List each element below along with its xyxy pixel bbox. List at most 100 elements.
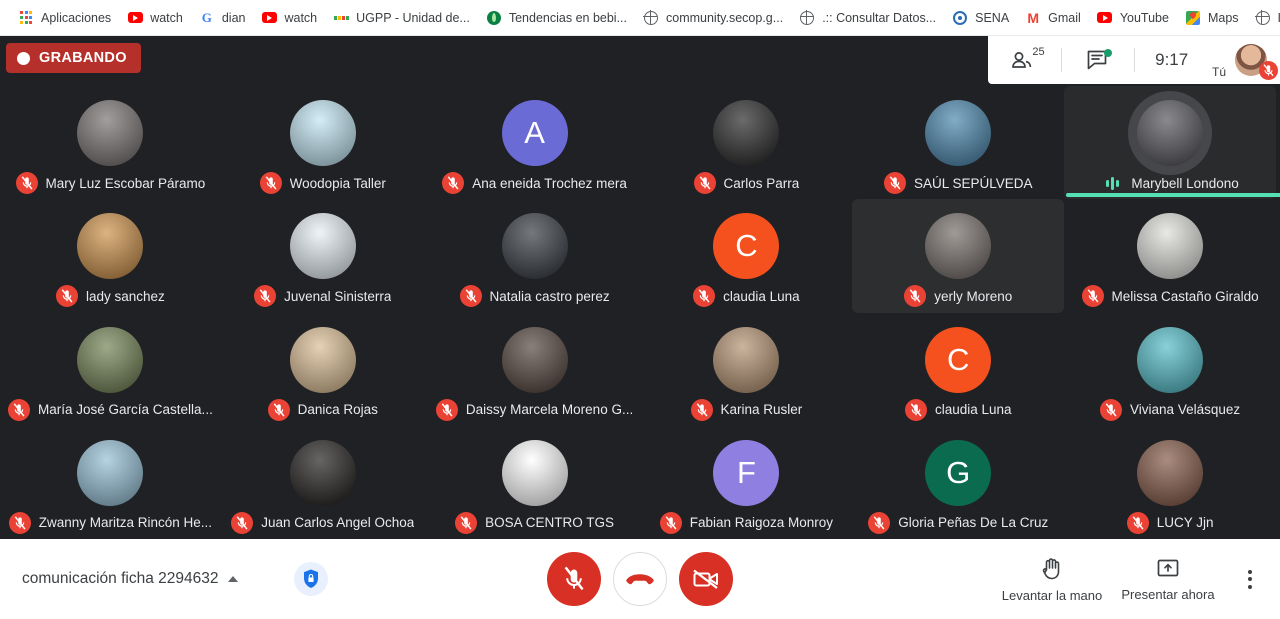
present-screen-icon [1157, 559, 1179, 576]
bookmark-item[interactable]: M Gmail [1017, 7, 1089, 29]
chat-unread-dot [1104, 49, 1112, 57]
participants-grid: Mary Luz Escobar Páramo Woodopia Taller A A… [0, 84, 1280, 539]
microphone-toggle-button[interactable] [547, 552, 601, 606]
avatar [1137, 213, 1204, 280]
avatar [289, 439, 356, 506]
kebab-dot [1248, 569, 1252, 574]
avatar [289, 100, 356, 166]
globe-icon [643, 9, 658, 25]
raise-hand-label: Levantar la mano [1001, 587, 1103, 603]
avatar [77, 326, 144, 393]
bookmark-item[interactable]: watch [119, 7, 191, 29]
participant-tile[interactable]: Zwanny Maritza Rincón He... [4, 426, 217, 539]
participant-name: Juan Carlos Angel Ochoa [261, 515, 415, 531]
participant-name-row: Viviana Velásquez [1096, 398, 1244, 421]
mic-off-icon [273, 402, 285, 417]
bookmark-item[interactable]: Tendencias en bebi... [478, 7, 635, 29]
participant-tile[interactable]: Mary Luz Escobar Páramo [4, 86, 217, 199]
participant-name: Viviana Velásquez [1130, 402, 1241, 417]
avatar: A [501, 100, 568, 166]
mic-off-icon [665, 516, 677, 530]
participants-count: 25 [1032, 46, 1045, 58]
bookmark-item[interactable]: SENA [944, 7, 1017, 29]
participant-tile[interactable]: Melissa Castaño Giraldo [1064, 199, 1276, 312]
bookmark-favicon [18, 10, 34, 26]
participant-tile[interactable]: Danica Rojas [217, 313, 429, 426]
end-call-icon [626, 574, 654, 585]
avatar [77, 439, 144, 506]
participant-name: SAÚL SEPÚLVEDA [913, 175, 1033, 191]
participant-tile[interactable]: G Gloria Peñas De La Cruz [852, 426, 1064, 539]
participant-tile[interactable]: LUCY Jjn [1064, 426, 1276, 539]
participant-tile[interactable]: Carlos Parra [640, 86, 852, 199]
bookmark-item[interactable]: Maps [1177, 7, 1247, 29]
participant-tile[interactable]: Juan Carlos Angel Ochoa [217, 426, 429, 539]
participant-tile[interactable]: Marybell Londono [1064, 86, 1280, 200]
encryption-shield-button[interactable] [294, 562, 329, 596]
participant-tile[interactable]: A Ana eneida Trochez mera [429, 86, 641, 199]
chat-button[interactable] [1062, 36, 1135, 84]
mic-muted-badge [8, 398, 30, 421]
avatar [1137, 100, 1204, 166]
more-options-button[interactable] [1230, 569, 1270, 589]
avatar [1137, 439, 1204, 506]
gmail-icon: M [1027, 9, 1039, 26]
mic-off-icon [889, 176, 901, 190]
participant-tile[interactable]: SAÚL SEPÚLVEDA [852, 86, 1064, 199]
mic-muted-badge [690, 398, 713, 421]
participant-tile[interactable]: Woodopia Taller [217, 86, 429, 199]
bookmark-item[interactable]: community.secop.g... [635, 7, 791, 29]
meet-right-controls: Levantar la mano Presentar ahora [994, 556, 1280, 603]
participant-tile[interactable]: yerly Moreno [852, 199, 1065, 313]
mic-off-icon [14, 516, 26, 530]
participant-name-row: Melissa Castaño Giraldo [1078, 285, 1263, 308]
bookmark-item[interactable]: Aplicaciones [10, 7, 119, 29]
participants-button[interactable]: 25 [988, 36, 1061, 84]
participant-tile[interactable]: BOSA CENTRO TGS [429, 426, 641, 539]
bookmark-item[interactable]: watch [253, 7, 325, 29]
camera-toggle-button[interactable] [679, 552, 733, 606]
participant-tile[interactable]: Natalia castro perez [429, 199, 641, 312]
recording-indicator[interactable]: GRABANDO [6, 43, 141, 73]
bookmark-label: Maps [1207, 10, 1239, 25]
participant-name-row: Mary Luz Escobar Páramo [12, 172, 210, 194]
bookmark-item[interactable]: UGPP - Unidad de... [325, 7, 478, 29]
participant-tile[interactable]: Daissy Marcela Moreno G... [429, 313, 641, 426]
bookmark-item[interactable]: Gdian [191, 7, 254, 29]
participant-tile[interactable]: Cclaudia Luna [852, 313, 1064, 426]
raise-hand-button[interactable]: Levantar la mano [994, 556, 1110, 603]
participant-name-row: lady sanchez [52, 285, 169, 308]
avatar [289, 326, 356, 393]
youtube-icon [127, 12, 143, 23]
hang-up-button[interactable] [613, 552, 667, 606]
self-view-thumbnail[interactable]: Tú [1208, 36, 1280, 84]
bookmark-item[interactable]: .:: Consultar Datos... [791, 7, 944, 29]
present-now-label: Presentar ahora [1121, 586, 1215, 602]
participant-name-row: claudia Luna [901, 398, 1016, 421]
mic-off-icon [460, 516, 472, 530]
avatar-initial: C [947, 341, 970, 377]
participant-tile[interactable]: Cclaudia Luna [640, 199, 852, 312]
meeting-code-button[interactable]: comunicación ficha 2294632 [22, 570, 239, 588]
bookmark-label: Aplicaciones [41, 10, 112, 25]
bookmark-label: .:: Consultar Datos... [822, 10, 937, 25]
participant-name-row: María José García Castella... [4, 398, 217, 421]
participant-tile[interactable]: María José García Castella... [4, 313, 217, 426]
participant-tile[interactable]: lady sanchez [4, 199, 217, 312]
participant-tile[interactable]: Juvenal Sinisterra [217, 199, 429, 312]
avatar-initial: C [735, 228, 758, 264]
mic-off-icon [1132, 516, 1144, 530]
mic-muted-badge [455, 511, 478, 534]
bookmark-item[interactable]: Inicio [1247, 7, 1280, 29]
bookmark-favicon [486, 10, 502, 26]
participant-tile[interactable]: F Fabian Raigoza Monroy [640, 426, 852, 539]
mic-muted-badge [693, 172, 716, 194]
bookmark-item[interactable]: YouTube [1089, 7, 1177, 29]
participant-tile[interactable]: Viviana Velásquez [1064, 313, 1276, 426]
mic-muted-badge [231, 511, 254, 534]
participant-name-row: Danica Rojas [264, 398, 382, 421]
present-now-button[interactable]: Presentar ahora [1110, 557, 1226, 602]
globe-icon [799, 9, 815, 25]
mic-muted-badge [693, 285, 716, 308]
participant-tile[interactable]: Karina Rusler [640, 313, 852, 426]
